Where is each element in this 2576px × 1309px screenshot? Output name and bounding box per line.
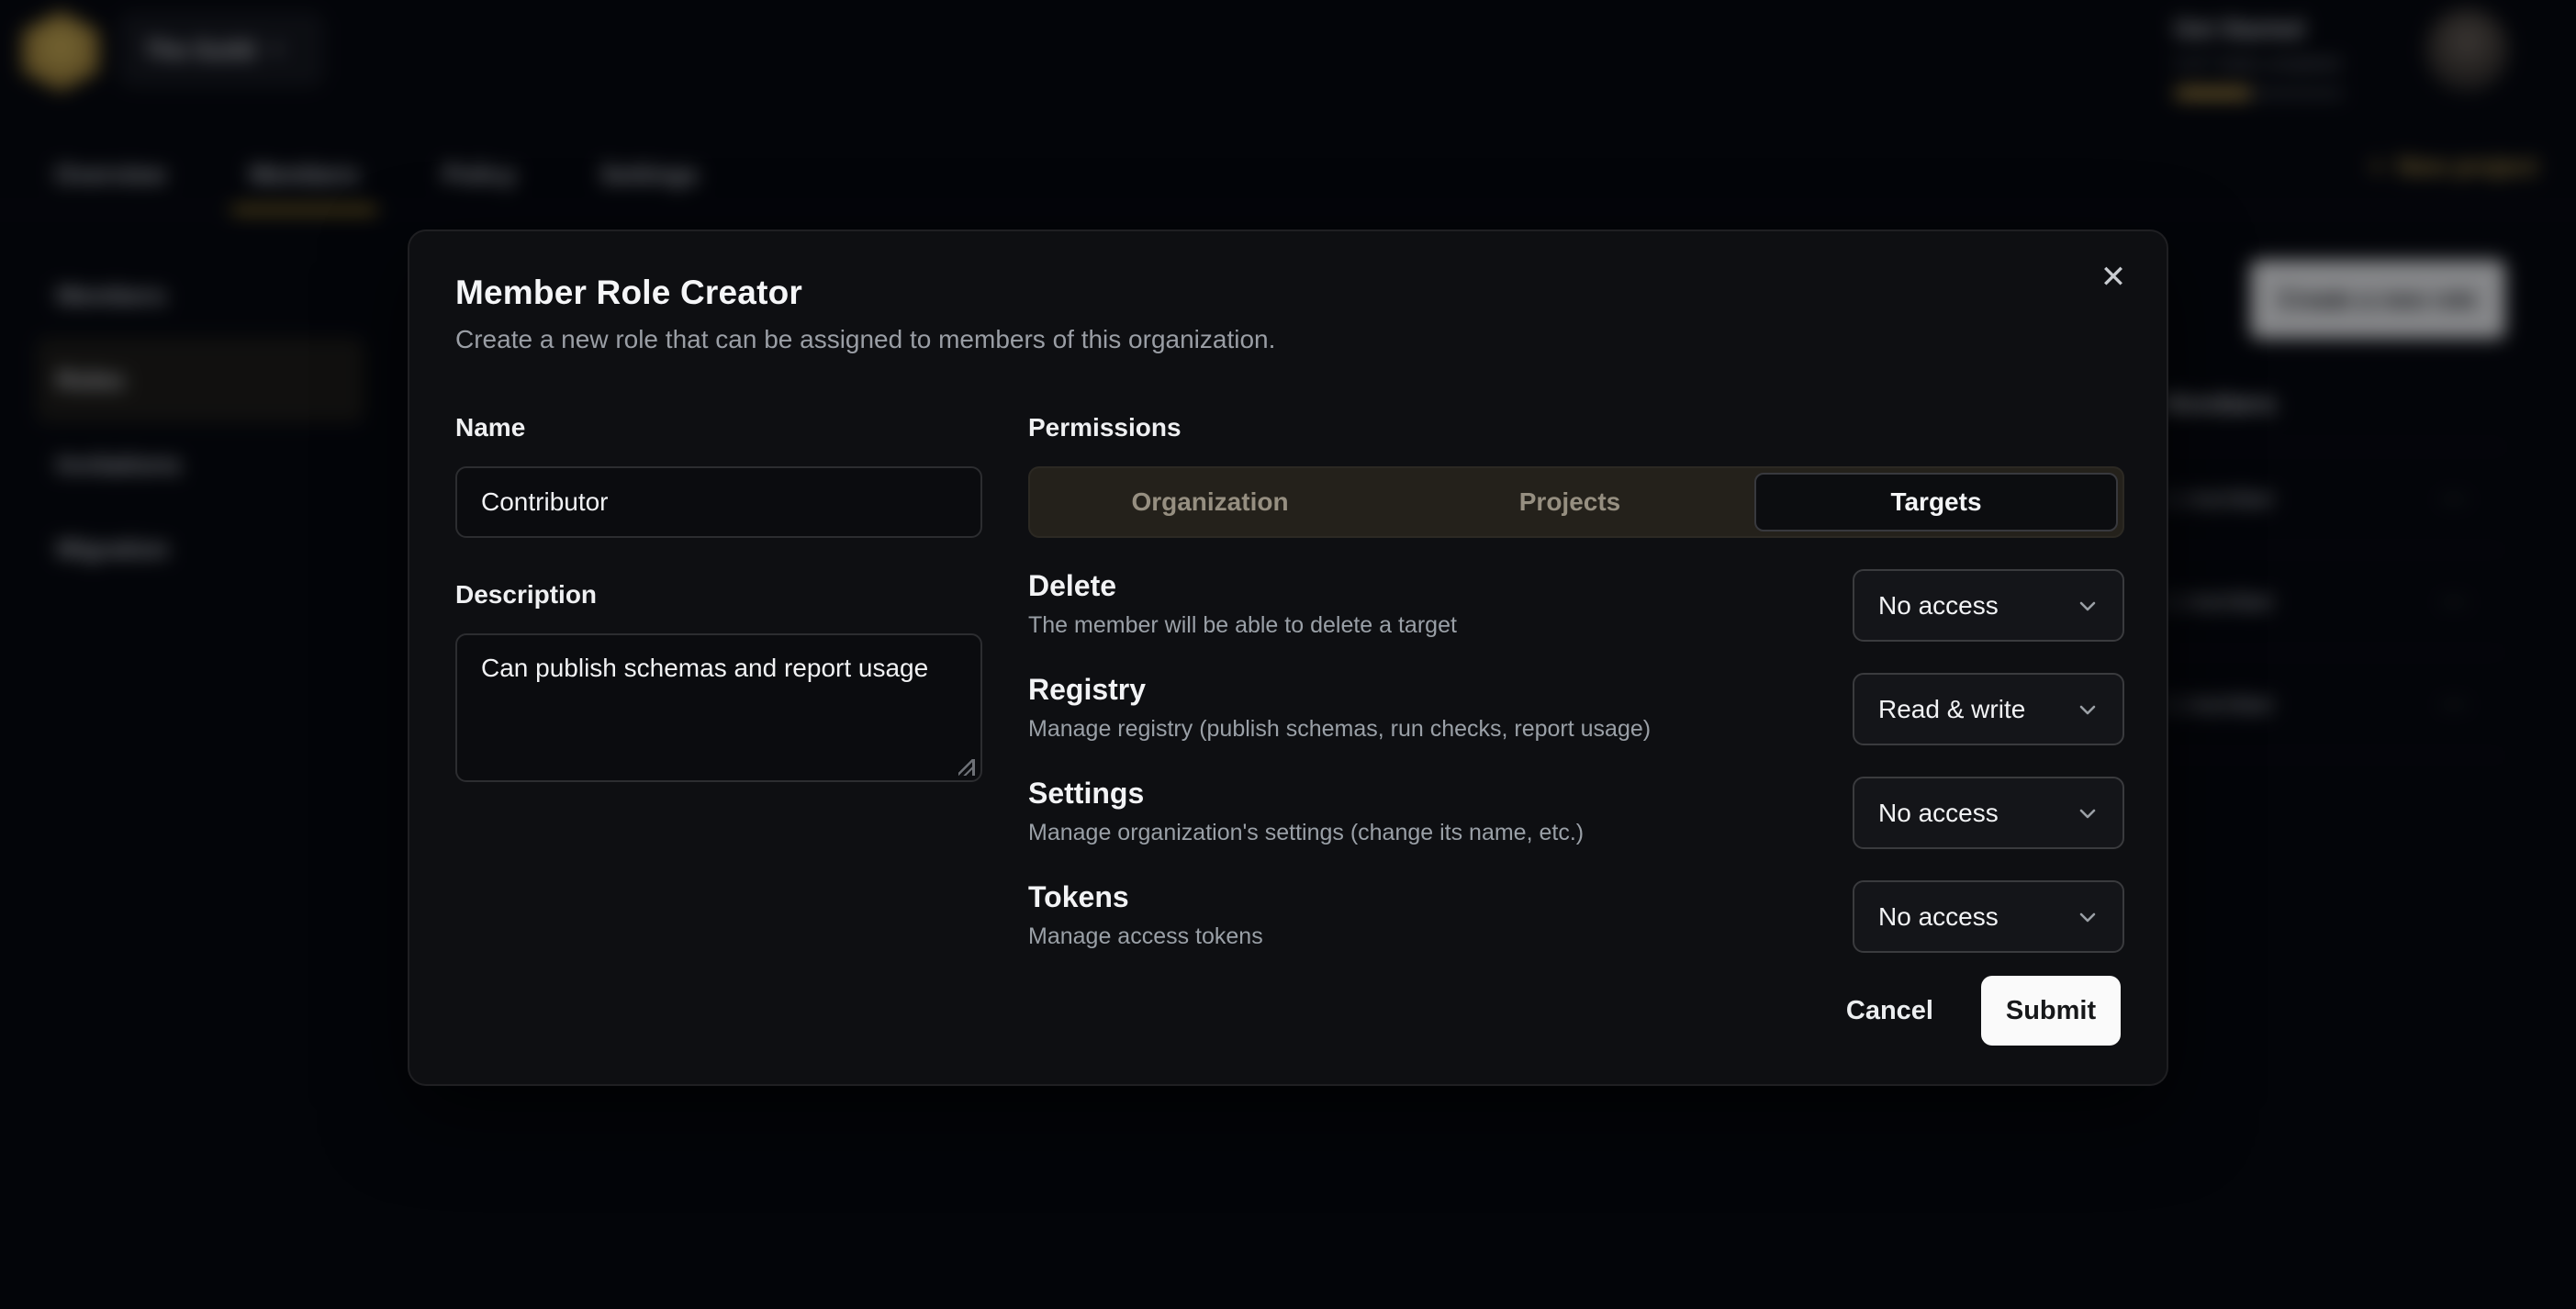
settings-access-select[interactable]: No access [1853,777,2124,849]
tokens-access-select[interactable]: No access [1853,880,2124,953]
select-value: No access [1878,591,1999,621]
permissions-label: Permissions [1028,413,2124,442]
permission-subtitle: Manage organization's settings (change i… [1028,820,1584,846]
permission-title: Tokens [1028,880,1263,914]
modal-footer: Cancel Submit [1841,976,2121,1046]
select-value: No access [1878,799,1999,828]
scope-tab-projects[interactable]: Projects [1390,473,1750,531]
chevron-down-icon [2077,802,2099,824]
member-role-creator-modal: ✕ Member Role Creator Create a new role … [408,229,2168,1086]
permission-title: Settings [1028,777,1584,811]
permission-subtitle: Manage access tokens [1028,923,1263,950]
permission-subtitle: Manage registry (publish schemas, run ch… [1028,716,1651,743]
registry-access-select[interactable]: Read & write [1853,673,2124,745]
permission-title: Registry [1028,673,1651,707]
scope-tab-targets[interactable]: Targets [1754,473,2118,531]
permissions-scope-tabs: Organization Projects Targets [1028,466,2124,538]
permission-row-delete: Delete The member will be able to delete… [1028,569,2124,642]
permission-row-tokens: Tokens Manage access tokens No access [1028,880,2124,953]
select-value: Read & write [1878,695,2025,724]
delete-access-select[interactable]: No access [1853,569,2124,642]
permission-row-registry: Registry Manage registry (publish schema… [1028,673,2124,745]
description-label: Description [455,580,982,610]
modal-title: Member Role Creator [455,274,2121,312]
chevron-down-icon [2077,699,2099,721]
modal-subtitle: Create a new role that can be assigned t… [455,325,2121,354]
chevron-down-icon [2077,906,2099,928]
submit-button[interactable]: Submit [1981,976,2121,1046]
name-label: Name [455,413,982,442]
chevron-down-icon [2077,595,2099,617]
permission-row-settings: Settings Manage organization's settings … [1028,777,2124,849]
permission-subtitle: The member will be able to delete a targ… [1028,612,1457,639]
select-value: No access [1878,902,1999,932]
resize-handle-icon[interactable] [958,759,975,776]
scope-tab-organization[interactable]: Organization [1030,473,1390,531]
role-name-input[interactable] [455,466,982,538]
permission-title: Delete [1028,569,1457,603]
role-description-textarea[interactable] [455,633,982,782]
cancel-button[interactable]: Cancel [1841,987,1939,1035]
close-icon[interactable]: ✕ [2088,252,2139,303]
app-screen: The Guild ▾ Get Started 4 of 7 tasks com… [0,0,2576,1309]
